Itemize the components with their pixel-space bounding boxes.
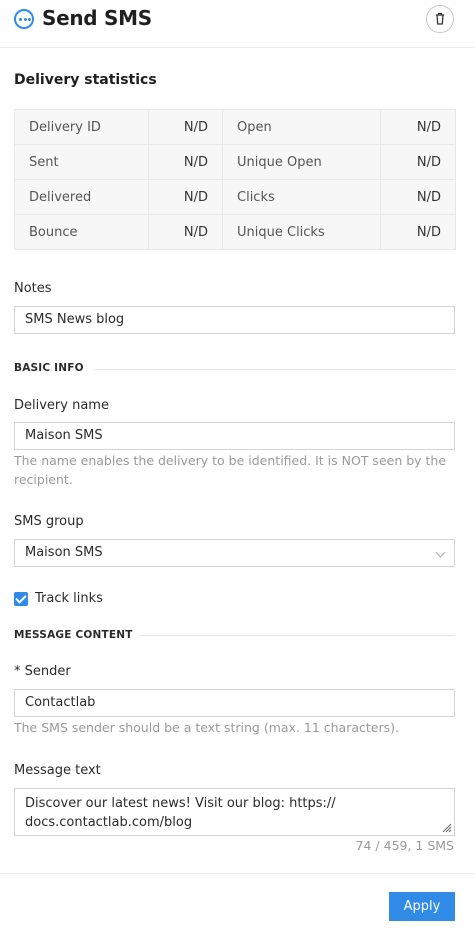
required-mark: * xyxy=(14,664,21,679)
footer-divider xyxy=(0,873,475,874)
stat-value: N/D xyxy=(380,109,456,145)
stat-value: N/D xyxy=(380,179,456,215)
stat-value: N/D xyxy=(148,214,223,250)
delivery-name-input[interactable]: Maison SMS xyxy=(14,422,455,450)
delivery-statistics-table: Delivery ID N/D Open N/D Sent N/D Unique… xyxy=(14,109,456,250)
character-counter: 74 / 459, 1 SMS xyxy=(355,838,454,853)
sms-group-select[interactable]: Maison SMS xyxy=(14,539,455,567)
delivery-statistics-title: Delivery statistics xyxy=(14,72,157,88)
notes-label: Notes xyxy=(14,281,52,296)
section-divider xyxy=(139,635,455,636)
track-links-checkbox[interactable] xyxy=(14,592,28,606)
section-divider xyxy=(94,369,455,370)
delivery-name-label: Delivery name xyxy=(14,398,109,413)
delivery-name-help: The name enables the delivery to be iden… xyxy=(14,453,447,487)
sender-label: * Sender xyxy=(14,664,71,679)
stat-label: Bounce xyxy=(14,214,149,250)
sms-group-selected-value: Maison SMS xyxy=(25,545,103,560)
message-icon xyxy=(14,9,34,29)
stat-value: N/D xyxy=(148,109,223,145)
stats-row: Sent N/D Unique Open N/D xyxy=(14,144,456,180)
stats-row: Delivery ID N/D Open N/D xyxy=(14,109,456,145)
sender-help: The SMS sender should be a text string (… xyxy=(14,720,399,735)
track-links-label: Track links xyxy=(35,591,103,606)
notes-input[interactable]: SMS News blog xyxy=(14,306,455,334)
message-text-textarea[interactable]: Discover our latest news! Visit our blog… xyxy=(14,788,455,836)
panel-header: Send SMS xyxy=(0,0,475,48)
stat-value: N/D xyxy=(380,144,456,180)
stat-label: Open xyxy=(222,109,381,145)
trash-icon xyxy=(436,12,444,25)
stat-value: N/D xyxy=(148,179,223,215)
sender-label-text: Sender xyxy=(24,664,71,679)
sender-input[interactable]: Contactlab xyxy=(14,689,455,717)
stat-value: N/D xyxy=(380,214,456,250)
stat-label: Delivered xyxy=(14,179,149,215)
stat-label: Sent xyxy=(14,144,149,180)
message-content-heading: MESSAGE CONTENT xyxy=(14,629,133,641)
message-text-value: Discover our latest news! Visit our blog… xyxy=(25,796,336,830)
apply-button[interactable]: Apply xyxy=(389,892,455,921)
message-text-label: Message text xyxy=(14,763,101,778)
stat-label: Clicks xyxy=(222,179,381,215)
chevron-down-icon xyxy=(435,547,446,558)
sms-group-label: SMS group xyxy=(14,514,84,529)
page-title: Send SMS xyxy=(42,6,152,30)
stats-row: Delivered N/D Clicks N/D xyxy=(14,179,456,215)
stat-label: Delivery ID xyxy=(14,109,149,145)
basic-info-heading: BASIC INFO xyxy=(14,362,84,374)
stat-value: N/D xyxy=(148,144,223,180)
delete-button[interactable] xyxy=(426,5,454,33)
resize-handle-icon[interactable] xyxy=(440,821,452,833)
stats-row: Bounce N/D Unique Clicks N/D xyxy=(14,214,456,250)
stat-label: Unique Clicks xyxy=(222,214,381,250)
stat-label: Unique Open xyxy=(222,144,381,180)
